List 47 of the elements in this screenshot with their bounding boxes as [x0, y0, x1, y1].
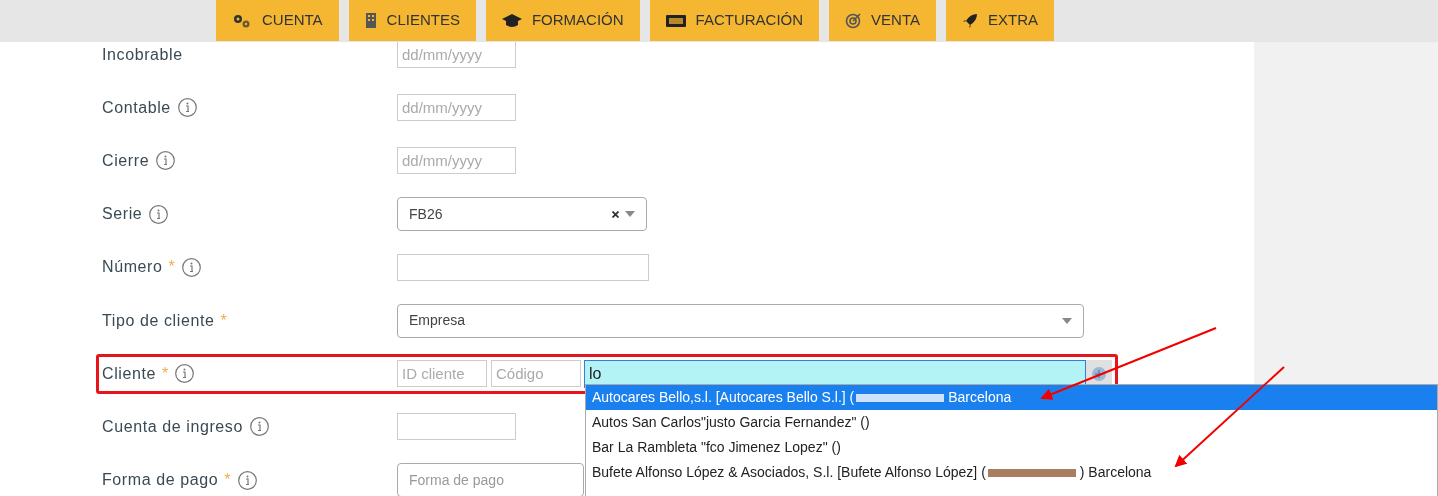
clear-icon[interactable] [612, 210, 619, 218]
field-label: Cierre [102, 150, 150, 171]
input-field[interactable]: ID cliente [397, 360, 487, 388]
menu-tab[interactable]: FORMACIÓN [485, 0, 640, 41]
menu-tab[interactable]: FACTURACIÓN [649, 0, 820, 41]
dropdown-option[interactable]: Autocares Bello,s.l. [Autocares Bello S.l.] ( Barcelona [586, 385, 1437, 410]
info-icon[interactable] [237, 470, 257, 490]
field-label: Número [102, 257, 163, 278]
menu-tab[interactable]: VENTA [829, 0, 936, 41]
select-field[interactable]: FB26 [397, 197, 647, 232]
building-icon [364, 13, 377, 28]
rocket-icon [962, 12, 978, 29]
menu-tab[interactable]: CUENTA [216, 0, 339, 41]
required-mark: * [220, 310, 227, 331]
menu-tab[interactable]: CLIENTES [348, 0, 476, 41]
info-icon[interactable] [175, 364, 195, 384]
input-field[interactable]: dd/mm/yyyy [397, 147, 516, 175]
info-icon[interactable] [249, 417, 269, 437]
required-mark: * [168, 257, 175, 278]
field-label: Serie [102, 204, 143, 225]
input-field[interactable]: dd/mm/yyyy [397, 94, 516, 122]
dropdown-option[interactable]: Bar La Rambleta "fco Jimenez Lopez" () [586, 435, 1437, 460]
info-icon[interactable] [177, 98, 197, 118]
plus-icon [1092, 366, 1106, 381]
field-label: Cliente [102, 363, 156, 384]
input-field[interactable]: dd/mm/yyyy [397, 41, 516, 69]
field-label: Forma de pago [102, 470, 219, 491]
menu-tab[interactable]: EXTRA [946, 0, 1055, 41]
info-icon[interactable] [156, 151, 176, 171]
select-field[interactable]: Empresa [397, 303, 1084, 338]
required-mark: * [224, 470, 231, 491]
field-label: Incobrable [102, 44, 183, 65]
banknote-icon [665, 13, 686, 28]
field-label: Cuenta de ingreso [102, 416, 243, 437]
target-icon [845, 12, 862, 29]
required-mark: * [162, 363, 169, 384]
field-label: Contable [102, 97, 171, 118]
input-field[interactable]: Código [491, 360, 581, 388]
graduation-cap-icon [501, 13, 522, 28]
input-field[interactable] [397, 413, 516, 441]
dropdown-option[interactable]: Autos San Carlos"justo Garcia Fernandez" () [586, 410, 1437, 435]
dropdown-option[interactable]: Bufete Alfonso López & Asociados, S.l. [Bufete Alfonso López] ( ) Barcelona [586, 460, 1437, 485]
info-icon[interactable] [149, 204, 169, 224]
field-label: Tipo de cliente [102, 310, 215, 331]
info-icon[interactable] [181, 257, 201, 277]
gears-icon [232, 13, 252, 28]
input-field[interactable] [397, 253, 649, 281]
